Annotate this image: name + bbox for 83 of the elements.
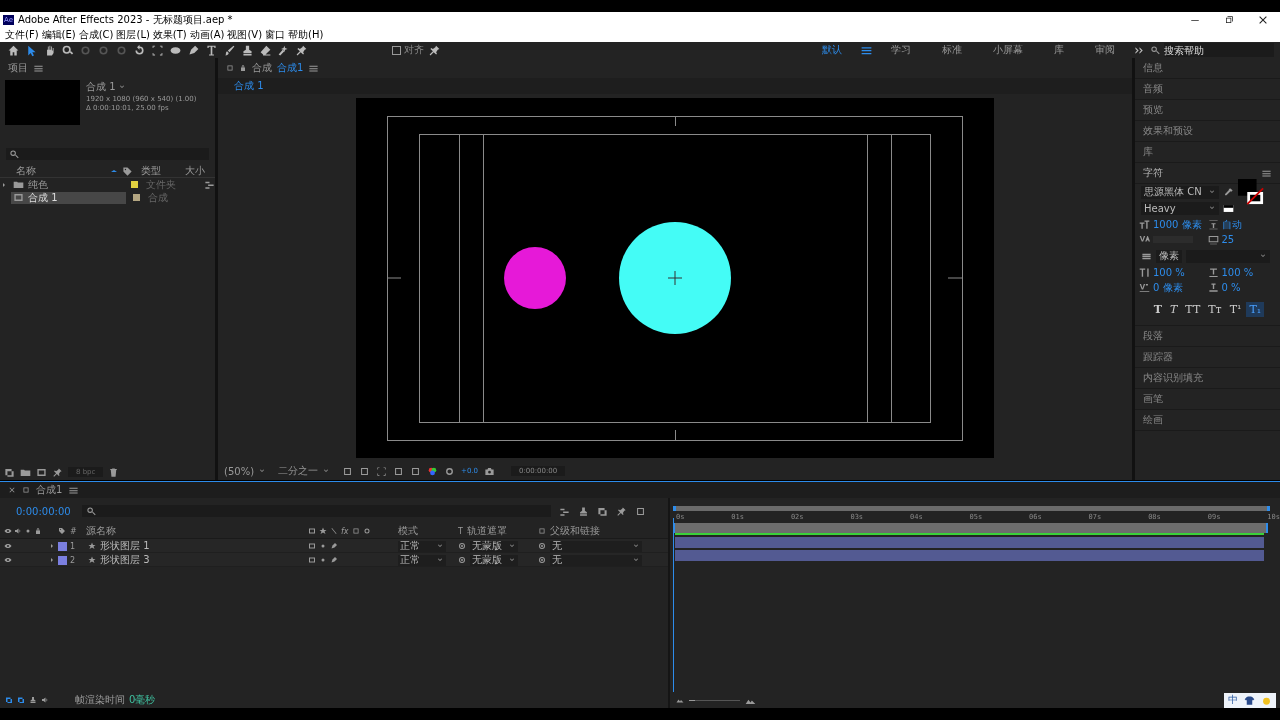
mode-dropdown[interactable]: 正常	[398, 540, 446, 552]
column-header[interactable]: 源名称	[86, 524, 308, 538]
panel-tab[interactable]: 画笔	[1135, 389, 1280, 410]
menu-item[interactable]: 窗口	[264, 28, 287, 42]
text-style-button[interactable]: T	[1167, 302, 1181, 317]
panel-title: 合成	[252, 61, 272, 75]
layer-number: 1	[70, 541, 77, 551]
current-time[interactable]: 0:00:00:00	[16, 505, 74, 517]
parent-dropdown[interactable]: 无	[550, 554, 642, 566]
column-header: 模式	[398, 524, 419, 538]
mode-dropdown[interactable]: 正常	[398, 554, 446, 566]
layer-name[interactable]: 形状图层 1	[100, 539, 150, 553]
project-item[interactable]: 纯色	[11, 178, 125, 191]
workspace-tab[interactable]: 审阅	[1095, 43, 1115, 57]
item-name: 纯色	[28, 177, 48, 192]
column-header: #	[70, 526, 78, 536]
stroke-width-field[interactable]: 像素	[1156, 249, 1182, 263]
panel-tab[interactable]: 信息	[1135, 58, 1280, 79]
menu-item[interactable]: 动画(A)	[188, 28, 226, 42]
resolution-dropdown[interactable]: 二分之一	[278, 464, 331, 478]
panel-tab[interactable]: 效果和预设	[1135, 121, 1280, 142]
text-style-button[interactable]: T₁	[1246, 302, 1265, 317]
metric-value[interactable]: 0 像素	[1153, 280, 1183, 295]
metric-value[interactable]: 100 %	[1153, 267, 1185, 278]
workspace-tab[interactable]: 库	[1054, 43, 1064, 57]
metric-value[interactable]: 100 %	[1221, 267, 1254, 278]
snap-checkbox[interactable]: 对齐	[392, 43, 424, 57]
menu-item[interactable]: 图层(L)	[115, 28, 151, 42]
panel-tab[interactable]: 内容识别填充	[1135, 368, 1280, 389]
panel-title[interactable]: 项目	[8, 61, 28, 75]
menu-item[interactable]: 编辑(E)	[40, 28, 77, 42]
metric-value[interactable]: 0 %	[1221, 282, 1241, 293]
font-style-dropdown[interactable]: Heavy	[1141, 201, 1219, 215]
layer-number: 2	[70, 555, 77, 565]
panel-tab[interactable]: 跟踪器	[1135, 347, 1280, 368]
panel-tab[interactable]: 绘画	[1135, 410, 1280, 431]
track-matte-dropdown[interactable]: 无蒙版	[470, 540, 518, 552]
input-mode-label[interactable]: 中	[1228, 693, 1238, 707]
panel-tab[interactable]: 预览	[1135, 100, 1280, 121]
metric-value[interactable]: 25	[1221, 234, 1235, 245]
effects-switch-label: fx	[341, 526, 349, 536]
column-header: 父级和链接	[550, 524, 600, 538]
help-search-field[interactable]: 搜索帮助	[1164, 43, 1274, 57]
panel-tab[interactable]: 库	[1135, 142, 1280, 163]
panel-tab[interactable]: 音频	[1135, 79, 1280, 100]
parent-dropdown[interactable]: 无	[550, 540, 642, 552]
menu-item[interactable]: 文件(F)	[4, 28, 40, 42]
layer-name[interactable]: 形状图层 3	[100, 553, 150, 567]
timeline-tab[interactable]: 合成1	[36, 483, 63, 497]
render-time-label: 帧渲染时间	[75, 693, 125, 707]
zoom-dropdown[interactable]: (50%)	[224, 465, 267, 477]
composition-tab[interactable]: 合成1	[277, 61, 304, 75]
track-matte-dropdown[interactable]: 无蒙版	[470, 554, 518, 566]
text-style-button[interactable]: T	[1150, 302, 1165, 317]
column-header: 轨道遮罩	[466, 524, 507, 538]
column-header: T	[458, 526, 463, 536]
text-style-button[interactable]: Tт	[1205, 302, 1225, 317]
column-header[interactable]: 类型	[141, 164, 181, 178]
workspace-tab[interactable]: 学习	[891, 43, 911, 57]
text-style-button[interactable]: T¹	[1226, 302, 1245, 317]
menu-item[interactable]: 视图(V)	[226, 28, 264, 42]
workspace-tab[interactable]: 小屏幕	[993, 43, 1023, 57]
workspace-tab[interactable]: 标准	[942, 43, 962, 57]
comp-name: 合成 1	[86, 80, 116, 94]
menu-item[interactable]: 帮助(H)	[287, 28, 325, 42]
column-header[interactable]: 大小	[185, 164, 205, 178]
project-item[interactable]: 合成 1	[11, 191, 126, 204]
item-type: 文件夹	[145, 177, 177, 192]
workspace-tab[interactable]: 默认	[822, 43, 842, 57]
metric-value[interactable]: 1000 像素	[1153, 217, 1202, 232]
item-name: 合成 1	[28, 190, 58, 205]
text-style-button[interactable]: TT	[1182, 302, 1204, 317]
metric-value[interactable]: 自动	[1221, 217, 1242, 232]
menu-item[interactable]: 合成(C)	[77, 28, 115, 42]
menu-item[interactable]: 效果(T)	[151, 28, 188, 42]
breadcrumb-link[interactable]: 合成 1	[234, 79, 264, 93]
panel-tab[interactable]: 段落	[1135, 326, 1280, 347]
font-dropdown[interactable]: 思源黑体 CN	[1141, 185, 1219, 199]
column-header[interactable]: 名称	[16, 164, 106, 178]
render-time-value: 0毫秒	[129, 693, 156, 707]
input-method-bar[interactable]: 中	[1224, 692, 1276, 708]
window-title: Adobe After Effects 2023 - 无标题项目.aep *	[18, 13, 233, 27]
panel-title[interactable]: 字符	[1143, 166, 1163, 180]
